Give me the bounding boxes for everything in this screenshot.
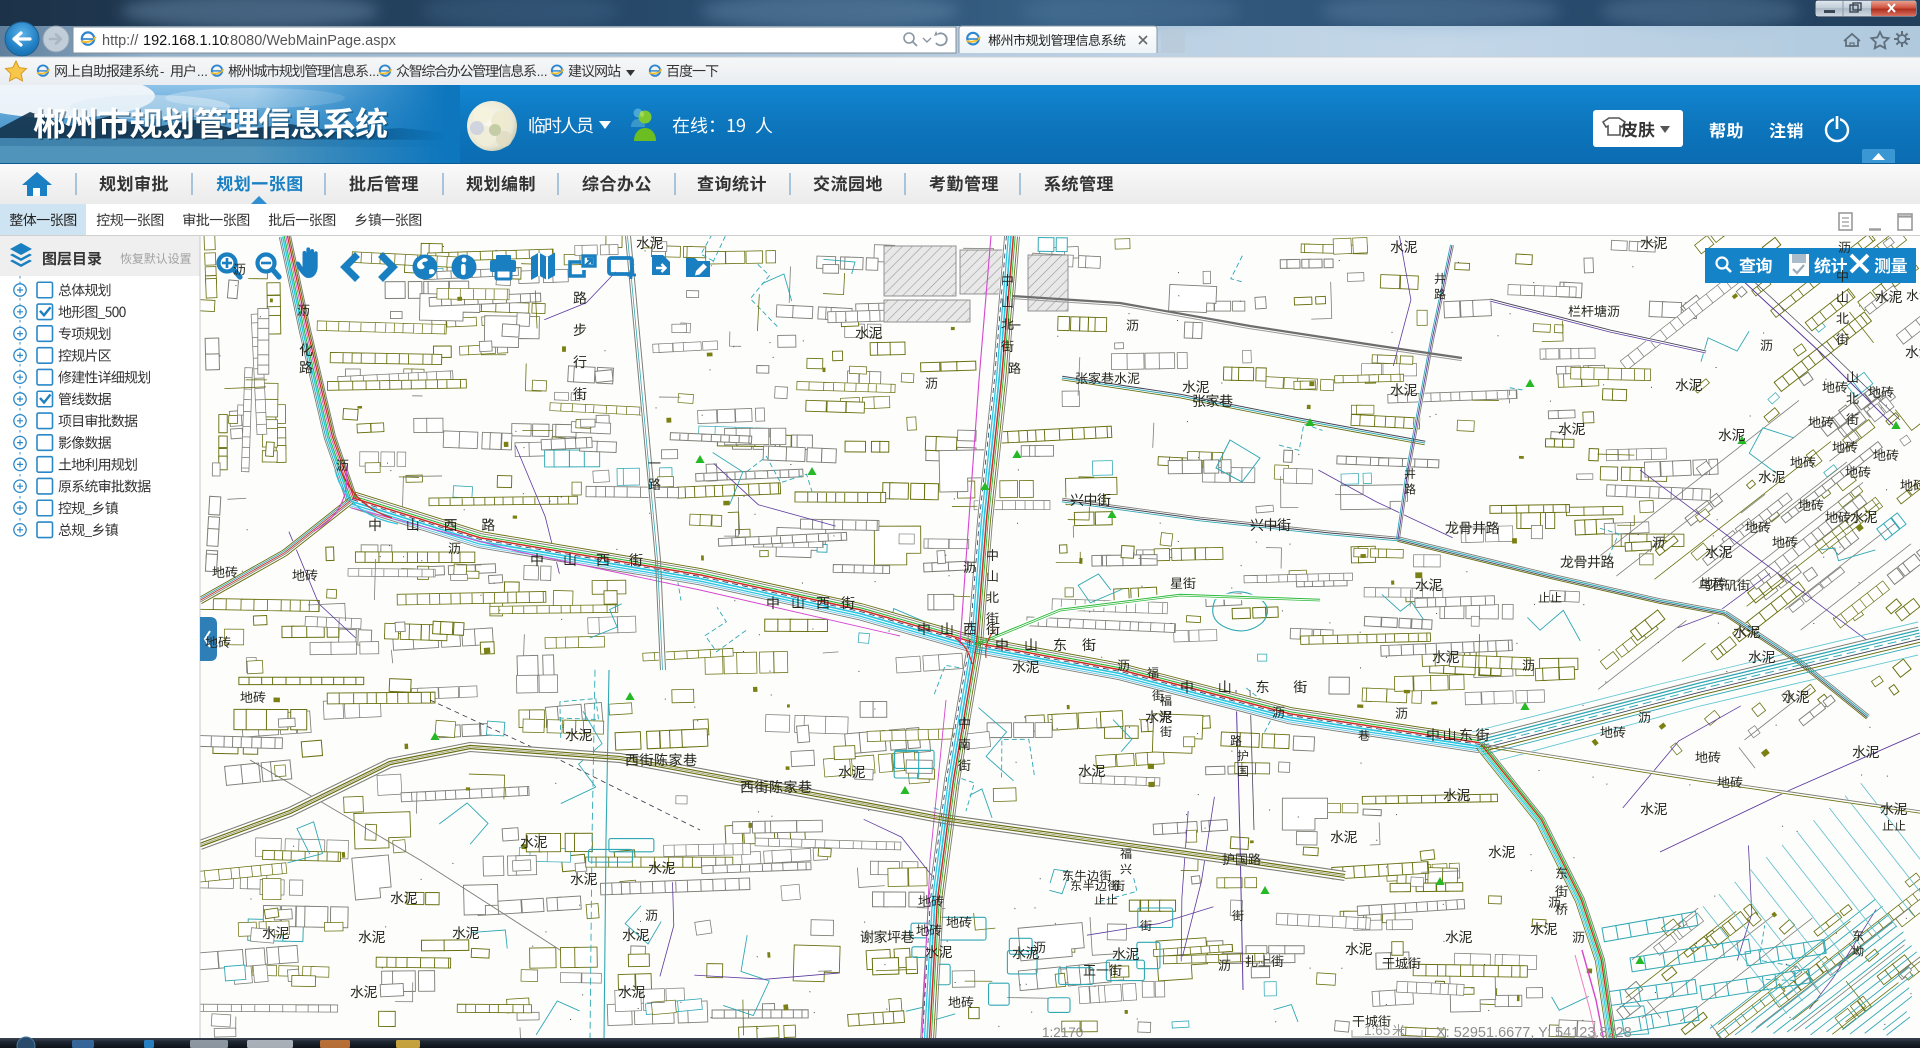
svg-text:192.168.1.10: 192.168.1.10 bbox=[143, 33, 228, 49]
svg-text:1:65: 1:65 bbox=[1364, 1023, 1390, 1038]
svg-text:...: ... bbox=[197, 64, 208, 79]
svg-text:X: 52951.6677, Y: 54123.8228: X: 52951.6677, Y: 54123.8228 bbox=[1436, 1025, 1632, 1041]
svg-text:...: ... bbox=[537, 64, 548, 79]
svg-text:...: ... bbox=[369, 64, 380, 79]
svg-text:1:2170: 1:2170 bbox=[1042, 1025, 1083, 1040]
svg-text:http://: http:// bbox=[102, 33, 139, 49]
svg-text::8080/WebMainPage.aspx: :8080/WebMainPage.aspx bbox=[226, 33, 397, 49]
svg-text:-: - bbox=[160, 64, 164, 79]
